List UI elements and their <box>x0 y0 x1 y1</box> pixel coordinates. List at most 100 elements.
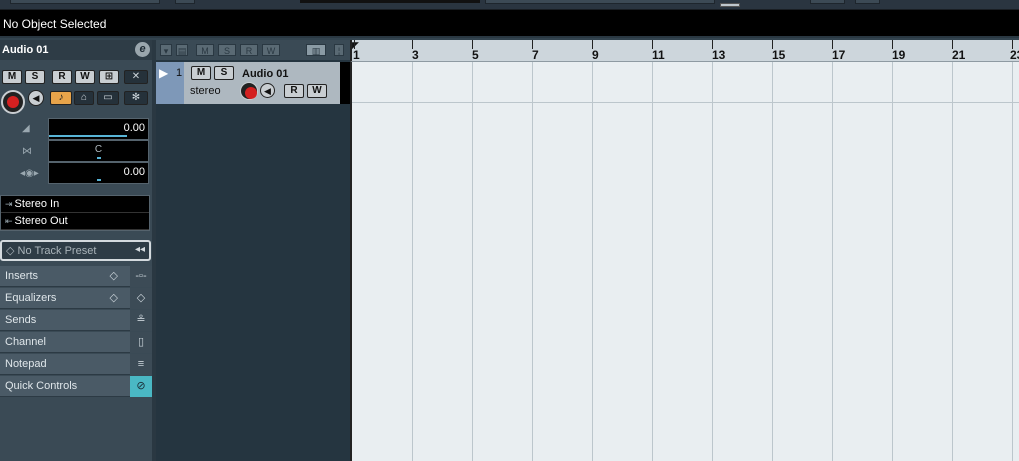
track-name[interactable]: Audio 01 <box>242 68 288 80</box>
section-equalizers[interactable]: Equalizers ◇ ◇ <box>0 288 152 309</box>
monitor-icon[interactable]: ◀ <box>260 83 275 98</box>
track-preset-field[interactable]: ◇ No Track Preset ◂◂ <box>0 240 151 261</box>
toolbar-segment[interactable] <box>10 0 160 4</box>
record-icon[interactable] <box>1 90 25 114</box>
section-label: Equalizers <box>5 292 57 304</box>
bypass-icon[interactable]: ◇ <box>110 269 118 282</box>
mute-button[interactable]: M <box>2 70 22 84</box>
input-icon: ⇥ <box>5 199 13 209</box>
section-quick-controls[interactable]: Quick Controls ⊘ <box>0 376 152 397</box>
info-line: No Object Selected <box>0 10 1019 38</box>
grid-line <box>772 62 773 461</box>
freeze-icon[interactable]: ✕ <box>124 70 148 84</box>
volume-fader[interactable]: 0.00 <box>48 118 149 140</box>
channel-icon[interactable]: ▯ <box>130 332 152 353</box>
lanes-icon[interactable]: ▭ <box>97 91 119 105</box>
track-write-button[interactable]: W <box>307 84 327 98</box>
sends-icon[interactable]: ≗ <box>130 310 152 331</box>
delay-icon: ◂◉▸ <box>20 168 39 179</box>
section-inserts[interactable]: Inserts ◇ -▫- <box>0 266 152 287</box>
section-label: Channel <box>5 336 46 348</box>
write-button[interactable]: W <box>75 70 95 84</box>
grid-line <box>532 62 533 461</box>
grid-line <box>592 62 593 461</box>
track-type: stereo <box>190 85 221 97</box>
collapse-icon[interactable]: ◂◂ <box>135 244 145 255</box>
edit-icon[interactable]: e <box>135 42 150 57</box>
inserts-icon[interactable]: -▫- <box>130 266 152 287</box>
global-solo-button[interactable]: S <box>218 44 236 56</box>
toolbar-display <box>300 0 480 3</box>
eq-icon[interactable]: ◇ <box>130 288 152 309</box>
output-routing[interactable]: ⇤ Stereo Out <box>1 213 149 230</box>
record-icon[interactable] <box>240 82 258 100</box>
dropdown-icon[interactable]: ▾ <box>160 44 172 56</box>
track-solo-button[interactable]: S <box>214 66 234 80</box>
global-write-button[interactable]: W <box>262 44 280 56</box>
toolbar-segment[interactable] <box>485 0 715 4</box>
solo-button[interactable]: S <box>25 70 45 84</box>
inspector-title[interactable]: Audio 01 e <box>0 40 152 60</box>
pan-fader[interactable]: C <box>48 140 149 162</box>
track-list: ▶ 1 M S Audio 01 stereo ◀ R W <box>156 60 350 461</box>
monitor-icon[interactable]: ◀ <box>28 90 44 106</box>
musical-mode-icon[interactable]: ♪ <box>50 91 72 105</box>
scroll-icon[interactable]: ¦ <box>334 44 344 56</box>
grid-line <box>472 62 473 461</box>
pan-value: C <box>94 144 103 155</box>
bypass-icon[interactable]: ◇ <box>110 291 118 304</box>
global-mute-button[interactable]: M <box>196 44 214 56</box>
delay-bar <box>97 179 101 181</box>
delay-fader[interactable]: 0.00 <box>48 162 149 184</box>
play-icon[interactable]: ▶ <box>159 66 168 80</box>
settings-icon[interactable]: ✻ <box>124 91 148 105</box>
grid-line <box>1012 62 1013 461</box>
timeline-ruler[interactable]: ◤ 1 3 5 7 9 11 13 15 17 19 21 23 <box>350 40 1019 62</box>
global-read-button[interactable]: R <box>240 44 258 56</box>
pan-bar <box>97 157 101 159</box>
output-label: Stereo Out <box>14 215 68 227</box>
track-color-icon[interactable]: ▥ <box>306 44 326 56</box>
read-button[interactable]: R <box>52 70 72 84</box>
section-label: Inserts <box>5 270 39 282</box>
grid-line <box>952 62 953 461</box>
input-routing[interactable]: ⇥ Stereo In <box>1 196 149 213</box>
section-notepad[interactable]: Notepad ≡ <box>0 354 152 375</box>
toolbar-segment[interactable] <box>810 0 845 4</box>
toolbar-handle[interactable] <box>720 3 740 7</box>
pan-icon: ⋈ <box>22 146 32 157</box>
audio-track[interactable]: ▶ 1 M S Audio 01 stereo ◀ R W <box>156 62 350 104</box>
output-icon: ⇤ <box>5 216 13 226</box>
track-divider <box>352 102 1019 103</box>
folder-icon[interactable]: ▤ <box>176 44 188 56</box>
track-mute-button[interactable]: M <box>191 66 211 80</box>
bar-label: 11 <box>652 48 665 62</box>
routing-box: ⇥ Stereo In ⇤ Stereo Out <box>0 195 150 231</box>
bar-label: 19 <box>892 48 906 62</box>
bar-label: 23 <box>1010 48 1019 62</box>
section-channel[interactable]: Channel ▯ <box>0 332 152 353</box>
toolbar-segment[interactable] <box>175 0 195 4</box>
section-sends[interactable]: Sends ≗ <box>0 310 152 331</box>
toolbar-segment[interactable] <box>855 0 880 4</box>
arrange-area[interactable] <box>350 62 1019 461</box>
grid-line <box>412 62 413 461</box>
status-text: No Object Selected <box>3 17 107 31</box>
grid-line <box>892 62 893 461</box>
notepad-icon[interactable]: ≡ <box>130 354 152 375</box>
lanes-button[interactable]: ⊞ <box>99 70 119 84</box>
tracklist-toolbar: ▾ ▤ M S R W ▥ ¦ <box>156 40 350 60</box>
input-label: Stereo In <box>14 198 60 210</box>
delay-value: 0.00 <box>123 166 145 178</box>
bar-label: 5 <box>472 48 479 62</box>
quick-controls-icon[interactable]: ⊘ <box>130 376 152 397</box>
inspector-panel: Audio 01 e M S R W ⊞ ✕ ◀ ♪ ⌂ ▭ ✻ ◢ 0.00 … <box>0 40 152 461</box>
track-read-button[interactable]: R <box>284 84 304 98</box>
grid-line <box>652 62 653 461</box>
bar-label: 1 <box>353 48 360 62</box>
volume-value: 0.00 <box>123 122 145 134</box>
lock-icon[interactable]: ⌂ <box>74 91 94 105</box>
inspector-track-name: Audio 01 <box>2 44 49 56</box>
grid-line <box>832 62 833 461</box>
bar-label: 21 <box>952 48 966 62</box>
